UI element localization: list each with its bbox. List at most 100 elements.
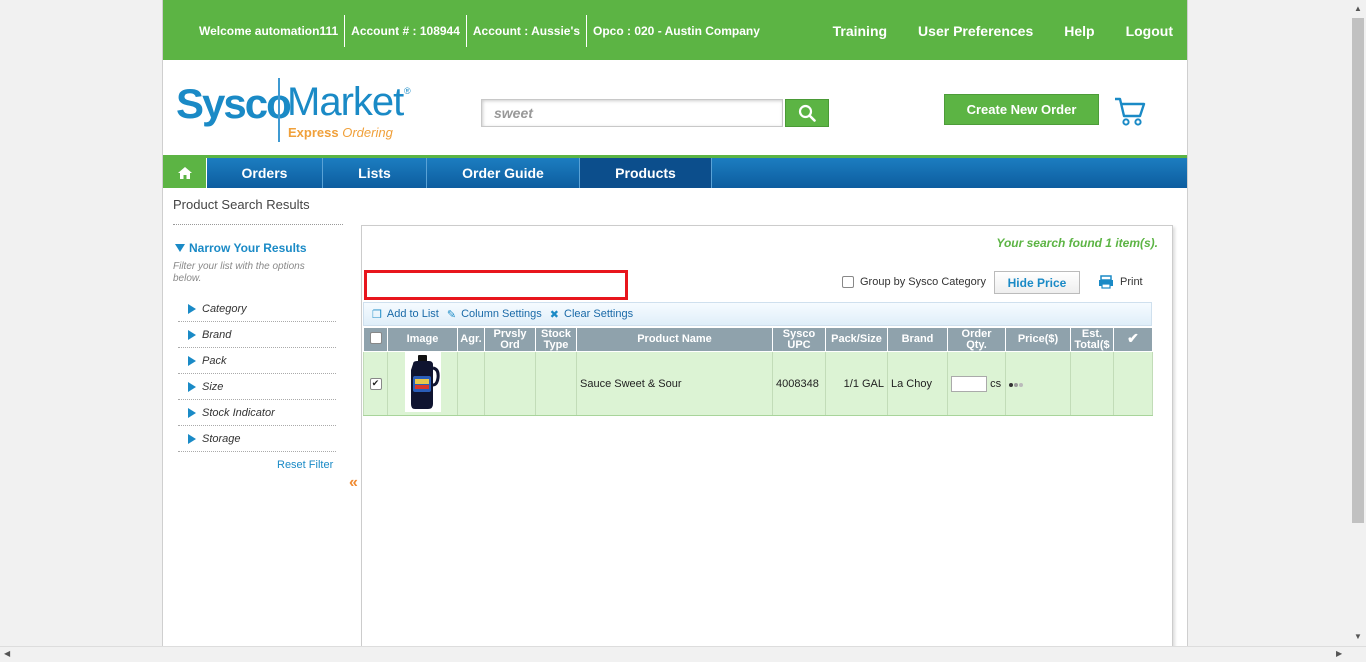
filter-pack[interactable]: Pack [178, 348, 336, 374]
col-product-name[interactable]: Product Name [576, 327, 773, 352]
results-panel: Your search found 1 item(s). Group by Sy… [361, 225, 1173, 662]
home-button[interactable] [163, 158, 207, 188]
table-header-row: Image Agr. Prvsly Ord Stock Type Product N… [363, 327, 1153, 352]
products-table: Image Agr. Prvsly Ord Stock Type Product N… [363, 327, 1153, 416]
hide-price-button[interactable]: Hide Price [994, 271, 1080, 294]
est-total-cell [1070, 351, 1114, 416]
col-est-line2: Total($ [1074, 338, 1110, 351]
checkmark-icon: ✔ [1127, 330, 1139, 346]
stock-cell [535, 351, 577, 416]
check-cell [1113, 351, 1153, 416]
col-pack-size[interactable]: Pack/Size [825, 327, 888, 352]
collapse-sidebar-icon[interactable]: « [349, 474, 358, 492]
col-est-total[interactable]: Est. Total($ [1070, 327, 1114, 352]
loading-dots-icon [1009, 378, 1024, 390]
wrench-icon: ✎ [446, 308, 457, 321]
column-settings-button[interactable]: ✎ Column Settings [447, 308, 542, 321]
create-new-order-button[interactable]: Create New Order [944, 94, 1099, 125]
user-preferences-link[interactable]: User Preferences [918, 23, 1033, 39]
highlight-box [364, 270, 628, 300]
home-icon [177, 167, 192, 179]
search-input[interactable] [482, 100, 782, 126]
filter-category[interactable]: Category [178, 296, 336, 322]
cart-button[interactable] [1113, 94, 1149, 128]
grid-toolbar: ❐ Add to List ✎ Column Settings ✖ Clear Set… [363, 302, 1152, 326]
close-icon: ✖ [549, 308, 560, 321]
order-qty-cell: cs [947, 351, 1006, 416]
search-icon [798, 104, 816, 122]
select-all-checkbox[interactable] [369, 332, 382, 344]
col-sysco-upc[interactable]: Sysco UPC [772, 327, 826, 352]
search-button[interactable] [785, 99, 829, 127]
triangle-right-icon [188, 407, 196, 418]
col-order-qty[interactable]: Order Qty. [947, 327, 1006, 352]
scroll-up-icon[interactable]: ▲ [1354, 4, 1362, 13]
account-number: Account # : 108944 [345, 15, 467, 47]
logo-express: Express [288, 125, 339, 140]
filter-label: Stock Indicator [202, 406, 275, 419]
add-to-list-button[interactable]: ❐ Add to List [372, 308, 439, 321]
brand-cell: La Choy [887, 351, 948, 416]
col-brand[interactable]: Brand [887, 327, 948, 352]
filter-storage[interactable]: Storage [178, 426, 336, 452]
training-link[interactable]: Training [833, 23, 887, 39]
filter-list: Category Brand Pack Size Stock Indicator… [178, 296, 336, 452]
help-link[interactable]: Help [1064, 23, 1094, 39]
price-cell [1005, 351, 1071, 416]
narrow-results-toggle[interactable]: Narrow Your Results [175, 241, 307, 255]
clear-settings-button[interactable]: ✖ Clear Settings [550, 308, 633, 321]
logo-divider [278, 78, 280, 142]
logo-registered: ® [404, 86, 411, 96]
table-row[interactable]: ✔ Sauce Sweet & Sour 4008348 1/1 GAL La … [363, 351, 1153, 416]
pack-size-cell: 1/1 GAL [825, 351, 888, 416]
filter-brand[interactable]: Brand [178, 322, 336, 348]
triangle-down-icon [175, 244, 185, 252]
row-checkbox[interactable]: ✔ [369, 377, 382, 390]
filter-label: Size [202, 380, 224, 393]
order-qty-input[interactable] [951, 375, 987, 392]
nav-products[interactable]: Products [580, 158, 712, 188]
main-nav: Orders Lists Order Guide Products [163, 155, 1187, 188]
col-prvsly-ord[interactable]: Prvsly Ord [484, 327, 536, 352]
nav-orders[interactable]: Orders [207, 158, 323, 188]
row-select-cell: ✔ [363, 351, 388, 416]
add-to-list-label: Add to List [386, 308, 439, 320]
col-image[interactable]: Image [387, 327, 458, 352]
product-name-cell[interactable]: Sauce Sweet & Sour [576, 351, 773, 416]
agr-cell [457, 351, 485, 416]
reset-filter-link[interactable]: Reset Filter [277, 459, 333, 471]
triangle-right-icon [188, 433, 196, 444]
nav-lists[interactable]: Lists [323, 158, 427, 188]
page: Welcome automation111 Account # : 108944… [162, 0, 1188, 662]
logo-sysco: Sysco [176, 80, 292, 127]
opco-text: Opco : 020 - Austin Company [593, 24, 760, 38]
col-prvsly-line2: Ord [500, 338, 520, 351]
col-stock-type[interactable]: Stock Type [535, 327, 577, 352]
filter-label: Pack [202, 354, 227, 367]
vertical-scrollbar[interactable]: ▲ ▼ [1350, 0, 1366, 646]
product-image[interactable] [404, 352, 441, 412]
sysco-market-logo[interactable]: Sysco Market ® Express Ordering [176, 78, 416, 144]
nav-order-guide[interactable]: Order Guide [427, 158, 580, 188]
scroll-left-icon[interactable]: ◀ [4, 649, 10, 658]
group-checkbox[interactable] [842, 276, 854, 288]
scroll-down-icon[interactable]: ▼ [1354, 632, 1362, 641]
col-agr[interactable]: Agr. [457, 327, 485, 352]
scroll-right-icon[interactable]: ▶ [1336, 649, 1342, 658]
prvsly-cell [484, 351, 536, 416]
narrow-results-subtitle: Filter your list with the options below. [173, 261, 305, 284]
filter-label: Storage [202, 432, 241, 445]
group-by-category[interactable]: Group by Sysco Category [842, 276, 986, 288]
print-label: Print [1120, 276, 1143, 288]
horizontal-scrollbar[interactable]: ◀ ▶ [0, 646, 1366, 662]
select-all-header[interactable] [363, 327, 388, 352]
scroll-thumb[interactable] [1352, 18, 1364, 523]
col-check[interactable]: ✔ [1113, 327, 1153, 352]
col-price[interactable]: Price($) [1005, 327, 1071, 352]
account-info: Welcome automation111 Account # : 108944… [193, 15, 766, 47]
logout-link[interactable]: Logout [1126, 23, 1173, 39]
filter-size[interactable]: Size [178, 374, 336, 400]
triangle-right-icon [188, 329, 196, 340]
print-button[interactable]: Print [1098, 275, 1143, 289]
filter-stock-indicator[interactable]: Stock Indicator [178, 400, 336, 426]
